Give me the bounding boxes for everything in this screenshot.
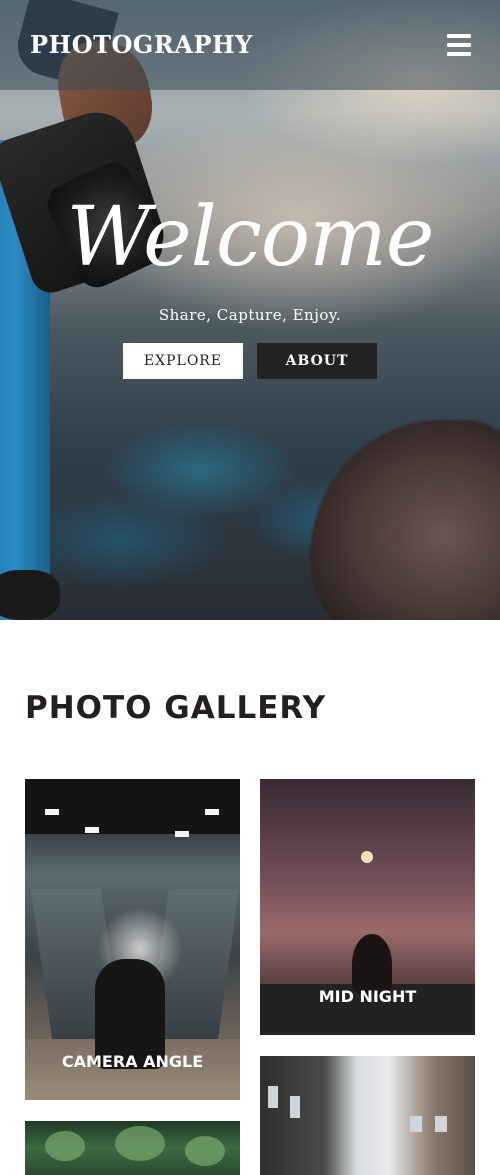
photo-foliage [185,1136,225,1166]
about-button[interactable]: ABOUT [257,343,377,379]
gallery-card-label: MID NIGHT [318,987,417,1006]
photo-moon [361,851,373,863]
brand-logo[interactable]: PHOTOGRAPHY [30,30,253,59]
hero-foot-image [0,570,60,620]
gallery-card-mid-night[interactable]: MID NIGHT [260,779,475,1035]
photo-light [45,809,59,815]
hamburger-menu-icon[interactable] [447,34,471,56]
explore-button[interactable]: EXPLORE [123,343,243,379]
menu-bar-line [447,43,471,47]
photo-window [290,1096,300,1118]
photo-window [268,1086,278,1108]
gallery-card-camera-angle[interactable]: CAMERA ANGLE [25,779,240,1100]
hero-tagline: Share, Capture, Enjoy. [158,306,342,324]
photo-foliage [115,1126,165,1161]
gallery-card-forest[interactable] [25,1121,240,1175]
photo-ceiling [25,779,240,834]
photo-light [85,827,99,833]
hero-title: Welcome [66,190,435,285]
photo-window [435,1116,447,1132]
menu-bar-line [447,34,471,38]
gallery-card-street[interactable] [260,1056,475,1175]
hero-section: PHOTOGRAPHY Welcome Share, Capture, Enjo… [0,0,500,620]
photo-light [205,809,219,815]
gallery-card-label: CAMERA ANGLE [61,1052,204,1071]
menu-bar-line [447,52,471,56]
photo-foliage [45,1131,85,1161]
photo-silhouette [352,934,392,994]
gallery-title: PHOTO GALLERY [25,690,327,726]
header-bar: PHOTOGRAPHY [0,0,500,90]
hero-rock-image [310,420,500,620]
photo-light [175,831,189,837]
photo-window [410,1116,422,1132]
